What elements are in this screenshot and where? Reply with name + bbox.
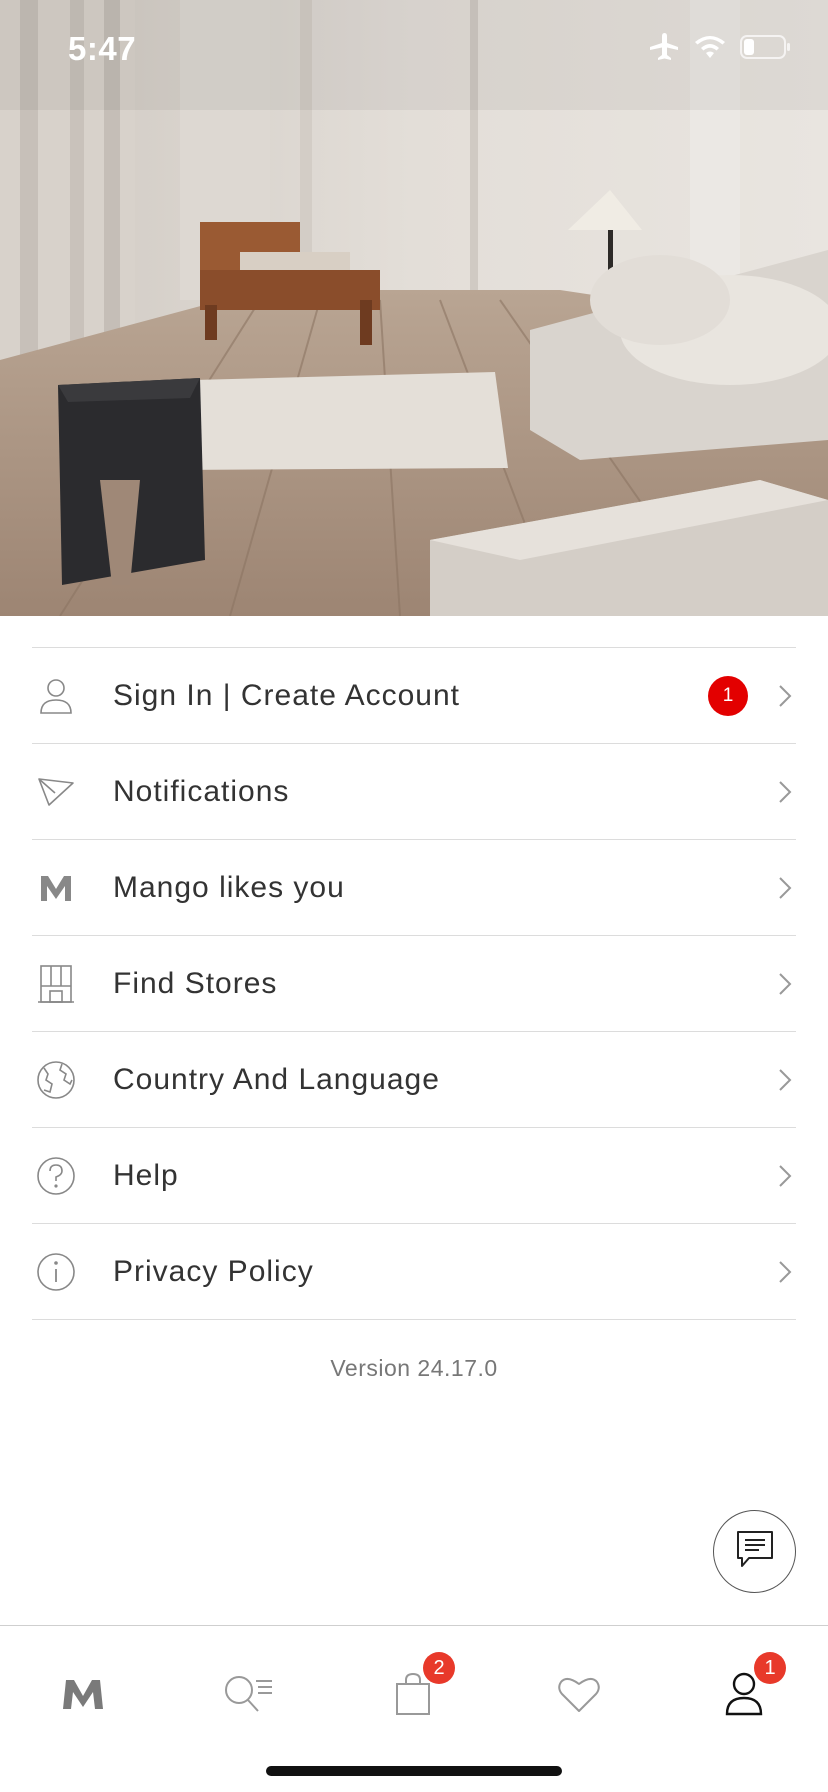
- menu-item-find-stores[interactable]: Find Stores: [32, 936, 796, 1032]
- heart-icon: [557, 1674, 601, 1719]
- status-bar: 5:47: [0, 0, 828, 100]
- notification-badge: 1: [708, 675, 748, 716]
- mango-m-icon: [34, 866, 78, 910]
- chevron-right-icon: [779, 1164, 792, 1187]
- chevron-right-icon: [779, 780, 792, 803]
- tab-home[interactable]: [53, 1666, 113, 1726]
- globe-icon: [34, 1058, 78, 1102]
- status-time: 5:47: [68, 30, 137, 67]
- chevron-right-icon: [779, 1068, 792, 1091]
- chat-icon: [735, 1529, 775, 1574]
- menu-item-label: Find Stores: [113, 966, 278, 1000]
- account-menu: Sign In | Create Account 1 Notifications…: [32, 647, 796, 1320]
- info-icon: [34, 1250, 78, 1294]
- tab-search[interactable]: [218, 1666, 278, 1726]
- paper-plane-icon: [34, 770, 78, 814]
- home-indicator: [266, 1766, 562, 1776]
- menu-item-sign-in[interactable]: Sign In | Create Account 1: [32, 648, 796, 744]
- app-version: Version 24.17.0: [330, 1355, 498, 1381]
- chevron-right-icon: [779, 1260, 792, 1283]
- store-icon: [34, 962, 78, 1006]
- menu-item-label: Privacy Policy: [113, 1254, 314, 1288]
- menu-item-country-language[interactable]: Country And Language: [32, 1032, 796, 1128]
- menu-item-privacy-policy[interactable]: Privacy Policy: [32, 1224, 796, 1320]
- menu-item-label: Sign In | Create Account: [113, 678, 460, 712]
- chevron-right-icon: [779, 876, 792, 899]
- chat-button[interactable]: [713, 1510, 796, 1593]
- tab-bag[interactable]: 2: [383, 1652, 455, 1726]
- battery-icon: [740, 34, 792, 65]
- tab-account[interactable]: 1: [714, 1652, 786, 1726]
- menu-item-label: Help: [113, 1158, 179, 1192]
- menu-item-help[interactable]: Help: [32, 1128, 796, 1224]
- account-badge: 1: [754, 1652, 786, 1684]
- menu-item-label: Country And Language: [113, 1062, 440, 1096]
- wifi-icon: [694, 34, 726, 65]
- bag-count-badge: 2: [423, 1652, 455, 1684]
- chevron-right-icon: [779, 684, 792, 707]
- tab-favorites[interactable]: [549, 1666, 609, 1726]
- user-icon: [34, 674, 78, 718]
- mango-logo-icon: [62, 1678, 104, 1715]
- menu-item-label: Notifications: [113, 774, 290, 808]
- search-list-icon: [222, 1673, 274, 1720]
- menu-item-mango-likes-you[interactable]: Mango likes you: [32, 840, 796, 936]
- menu-item-label: Mango likes you: [113, 870, 345, 904]
- question-icon: [34, 1154, 78, 1198]
- menu-item-notifications[interactable]: Notifications: [32, 744, 796, 840]
- chevron-right-icon: [779, 972, 792, 995]
- airplane-icon: [648, 32, 680, 67]
